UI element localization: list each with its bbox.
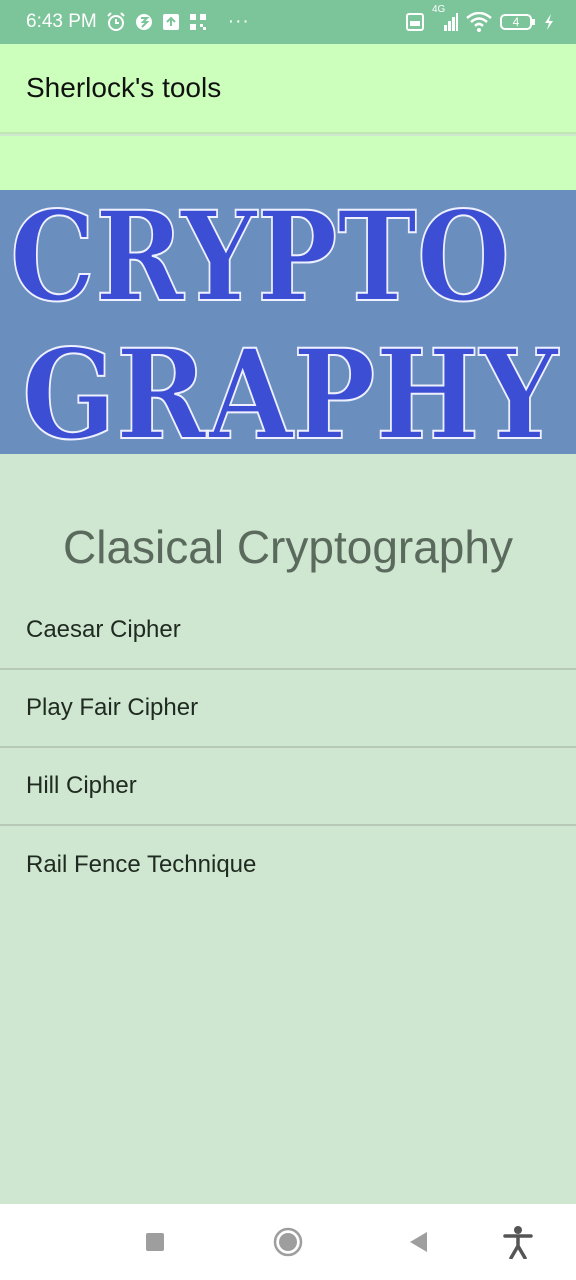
network-type: 4G <box>432 4 446 15</box>
upload-icon <box>162 13 180 31</box>
cryptography-banner: CRYPTO GRAPHY <box>0 190 576 454</box>
volte-icon <box>406 13 424 31</box>
recents-icon[interactable] <box>135 1222 175 1262</box>
app-notification-icon <box>135 13 153 31</box>
status-right: 4G 4 <box>406 4 554 32</box>
header-spacer <box>0 136 576 190</box>
qr-icon <box>189 13 207 31</box>
banner-line-1: CRYPTO <box>10 190 510 330</box>
status-bar: 6:43 PM ··· 4G 4 <box>0 0 576 44</box>
app-title: Sherlock's tools <box>26 72 222 103</box>
cipher-list: Caesar Cipher Play Fair Cipher Hill Ciph… <box>0 592 576 904</box>
alarm-icon <box>106 12 126 32</box>
banner-line-2: GRAPHY <box>22 323 559 454</box>
list-item-caesar-cipher[interactable]: Caesar Cipher <box>0 592 576 670</box>
wifi-icon <box>466 12 492 32</box>
battery-icon: 4 <box>500 13 536 31</box>
accessibility-icon[interactable] <box>498 1222 538 1262</box>
status-time: 6:43 PM <box>26 11 97 32</box>
banner-art: CRYPTO GRAPHY <box>9 190 560 454</box>
section-title: Clasical Cryptography <box>63 521 513 573</box>
back-icon[interactable] <box>398 1222 438 1262</box>
app-bar: Sherlock's tools <box>0 44 576 134</box>
battery-level: 4 <box>512 15 520 29</box>
charging-icon <box>544 13 554 31</box>
list-item-hill-cipher[interactable]: Hill Cipher <box>0 748 576 826</box>
navigation-bar <box>0 1204 576 1280</box>
home-icon[interactable] <box>268 1222 308 1262</box>
signal-icon: 4G <box>432 4 458 32</box>
list-item-play-fair-cipher[interactable]: Play Fair Cipher <box>0 670 576 748</box>
status-left: 6:43 PM ··· <box>26 11 250 33</box>
content-area: Clasical Cryptography Caesar Cipher Play… <box>0 454 576 1204</box>
list-item-rail-fence-technique[interactable]: Rail Fence Technique <box>0 826 576 904</box>
more-notifications: ··· <box>227 11 250 32</box>
